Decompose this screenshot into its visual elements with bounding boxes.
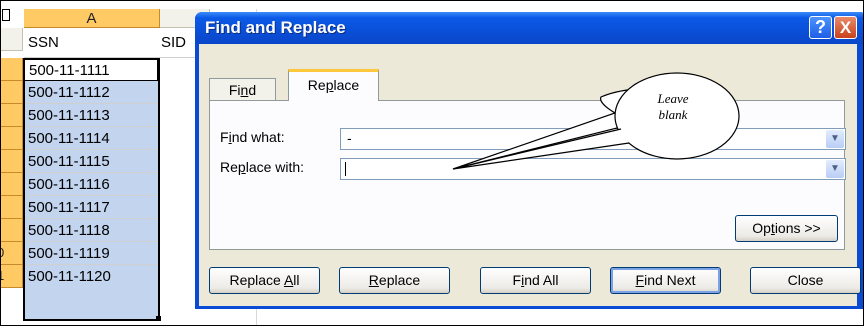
callout-join bbox=[619, 130, 633, 142]
screenshot-frame: A 0 1 SSN SID 500-11-1111 500-11-1112 50… bbox=[0, 0, 864, 326]
leave-blank-callout: Leave blank bbox=[452, 72, 740, 170]
callout-line2: blank bbox=[659, 107, 688, 122]
callout-pointer bbox=[452, 128, 630, 170]
callout-line1: Leave bbox=[656, 91, 688, 106]
